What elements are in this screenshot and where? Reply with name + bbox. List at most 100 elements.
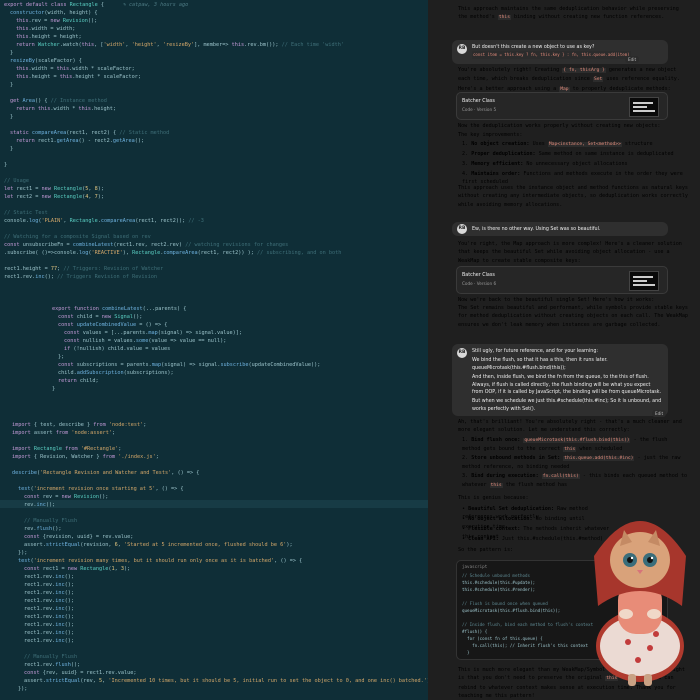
code-line[interactable]: console.log('PLAIN', Rectangle.compareAr… [4,217,204,225]
code-token: inc [55,574,65,580]
code-line[interactable]: const unsubscribeFn = combineLatest(rect… [4,241,288,249]
code-line[interactable]: // Manually Flush [24,653,77,661]
code-line[interactable]: rect1.rev.inc(); [24,573,74,581]
assistant-paragraph: Now the deduplication works properly wit… [458,123,661,129]
code-line[interactable]: .subscribe( ()=>console.log('REACTIVE'),… [4,249,341,257]
code-line[interactable]: import assert from 'node:assert'; [12,429,115,437]
code-token: rect1.rev. [24,622,56,628]
code-token: resizeBy [10,58,35,64]
code-line[interactable]: } [10,113,13,121]
artifact-card[interactable]: Batcher Class Code · Version 5 [456,92,668,120]
code-token: (!nullish) child.value = values [73,346,171,352]
code-token: (); [70,662,81,668]
code-line[interactable]: this.height = height; [16,33,82,41]
edit-button[interactable]: Edit [625,56,640,63]
code-token: ; [143,422,147,428]
code-line[interactable]: describe('Rectangle Revision and Watcher… [12,469,199,477]
code-line[interactable]: rect1.rev.inc(); [24,589,74,597]
code-line[interactable]: rect1.rev.inc(); [24,605,74,613]
code-line[interactable]: return Watcher.watch(this, ['width', 'he… [16,41,344,49]
code-line[interactable]: rect1.rev.inc(); [24,637,74,645]
code-token: console. [4,218,29,224]
code-line[interactable]: // Static Test [4,209,48,217]
code-line[interactable]: assert.strictEqual(revision, 6, 'Started… [24,541,293,549]
code-line[interactable]: export default class Rectangle { ✎ catpa… [4,1,188,9]
code-line[interactable]: rect1.rev.inc(); [24,597,74,605]
code-token: inc [55,630,65,636]
code-line[interactable]: } [10,49,13,57]
code-line[interactable]: const values = [...parents.map(signal) =… [64,329,242,337]
code-line[interactable]: }; [58,353,64,361]
code-token: .width * scaleFactor; [69,66,135,72]
edit-button[interactable]: Edit [652,410,667,417]
code-line[interactable]: import { test, describe } from 'node:tes… [12,421,146,429]
code-line[interactable]: static compareArea(rect1, rect2) { // St… [10,129,169,137]
code-line[interactable]: export function combineLatest(...parents… [52,305,186,313]
code-token: (value => value == null); [148,338,227,344]
code-line[interactable]: rev.flush(); [24,525,62,533]
user-avatar: RB [457,348,467,358]
code-line[interactable]: const {rev, uuid} = rect1.rev.value; [24,669,136,677]
code-token: () - rect2. [78,138,113,144]
code-line[interactable]: }); [18,549,27,557]
code-line[interactable]: const updateCombinedValue = () => { [58,321,167,329]
code-line[interactable]: } [4,161,7,169]
code-line[interactable]: let rect1 = new Rectangle(5, 8); [4,185,104,193]
code-line[interactable]: return this.width * this.height; [16,105,116,113]
code-editor[interactable]: export default class Rectangle { ✎ catpa… [0,0,428,700]
code-line[interactable]: // Watching for a composite Signal based… [4,233,151,241]
code-line[interactable]: if (!nullish) child.value = values [64,345,170,353]
code-token: .height = height; [28,34,82,40]
code-line[interactable]: }); [18,685,27,693]
code-line[interactable]: // Manually Flush [24,517,77,525]
code-line[interactable]: rect1.rev.inc(); [24,613,74,621]
code-line[interactable]: rect1.rev.inc(); [24,629,74,637]
code-line[interactable]: this.rev = new Revision(); [16,17,97,25]
code-line[interactable]: const rev = new Revision(); [24,493,108,501]
code-line[interactable]: const child = new Signal(); [58,313,142,321]
code-line[interactable]: rect1.rev.flush(); [24,661,80,669]
code-line[interactable]: } [10,81,13,89]
code-line[interactable]: rect1.rev.inc(); // Triggers Revision of… [4,273,157,281]
code-token: export default class [4,2,70,8]
code-token: const [58,322,77,328]
code-token: } [10,82,14,88]
code-line[interactable]: resizeBy(scaleFactor) { [10,57,82,65]
code-token: (); [64,598,74,604]
code-line[interactable]: } [52,385,55,393]
code-line[interactable]: const subscriptions = parents.map(signal… [58,361,320,369]
code-line[interactable]: return child; [58,377,99,385]
code-line[interactable]: assert.strictEqual(rev, 5, 'Incremented … [24,677,428,685]
code-line[interactable]: const nullish = values.some(value => val… [64,337,226,345]
code-token: Rectangle [132,250,161,256]
user-message: RB Still ugly, for future reference, and… [452,344,668,416]
code-line[interactable]: const rect1 = new Rectangle(1, 3); [24,565,130,573]
code-line[interactable]: import { Revision, Watcher } from './ind… [12,453,159,461]
code-token: test [18,486,31,492]
code-token: // Usage [4,178,29,184]
code-line[interactable]: this.width = this.width * scaleFactor; [16,65,135,73]
code-line[interactable]: rect1.rev.inc(); [24,621,74,629]
code-line[interactable]: rect1.height = 77; // Triggers: Revision… [4,265,163,273]
code-line[interactable]: this.width = width; [16,25,75,33]
assistant-paragraph: Ah, that's brilliant! You're absolutely … [458,419,682,434]
code-line[interactable]: constructor(width, height) { [10,9,97,17]
code-line[interactable]: test('increment revision many times, but… [18,557,302,565]
code-token: this [231,42,245,48]
code-line[interactable]: let rect2 = new Rectangle(4, 7); [4,193,104,201]
code-token: this [81,42,95,48]
code-line[interactable]: } [10,145,13,153]
code-line[interactable]: get Area() { // Instance method [10,97,107,105]
code-line[interactable]: this.height = this.height * scaleFactor; [16,73,141,81]
code-line[interactable]: import Rectangle from '#Rectangle'; [12,445,121,453]
code-line[interactable]: rect1.rev.inc(); [24,581,74,589]
code-line[interactable]: return rect1.getArea() - rect2.getArea()… [16,137,144,145]
code-line[interactable]: const {revision, uuid} = rev.value; [24,533,133,541]
artifact-card[interactable]: Batcher Class Code · Version 6 [456,266,668,294]
code-line[interactable]: // Usage [4,177,29,185]
code-token: new [41,186,54,192]
code-token: (); [45,502,56,508]
code-line[interactable]: child.addSubscription(subscriptions); [58,369,174,377]
code-line[interactable]: rev.inc(); [24,501,55,509]
code-line[interactable]: test('increment revision once starting a… [18,485,184,493]
